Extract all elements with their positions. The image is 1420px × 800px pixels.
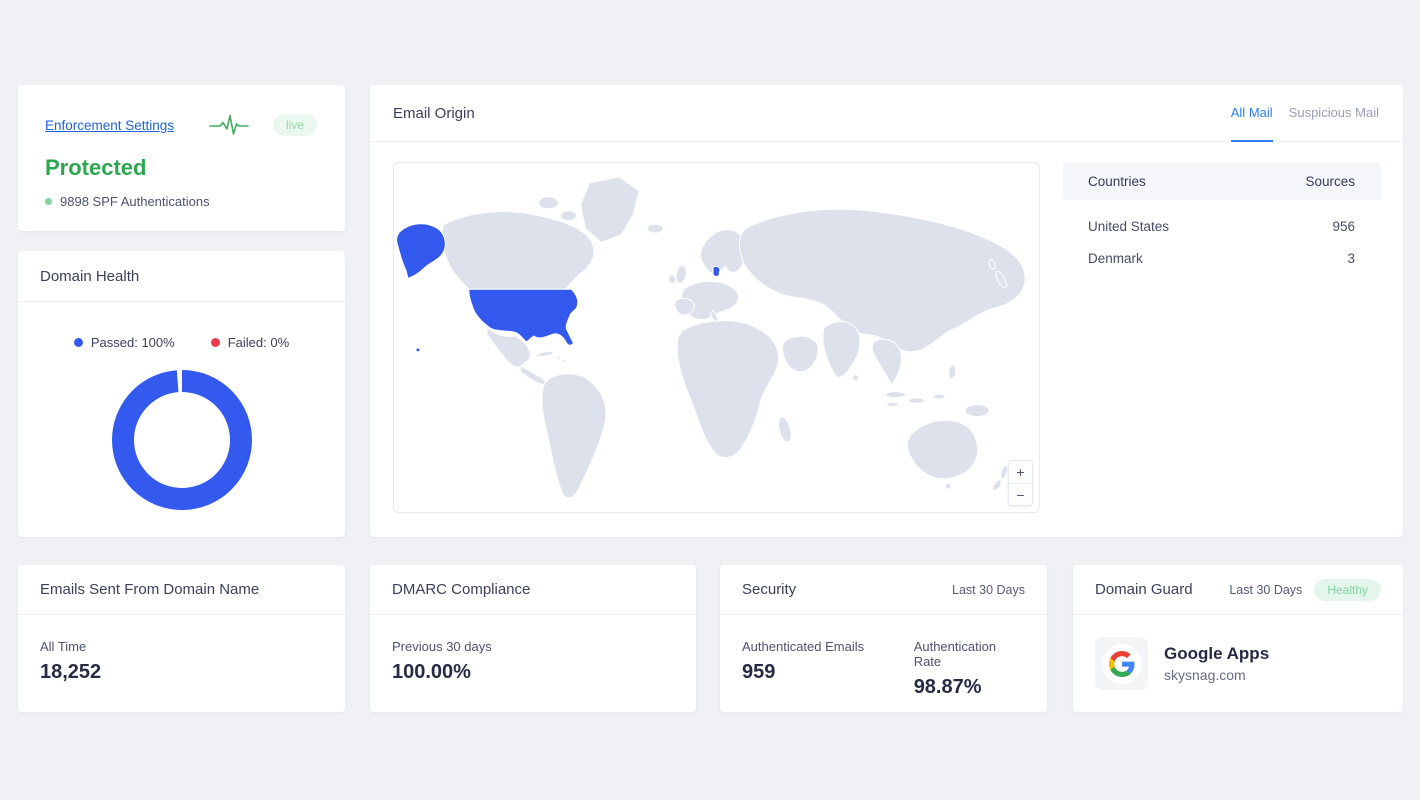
region-south-america (542, 374, 606, 498)
passed-dot-icon (74, 338, 83, 347)
authentication-rate-value: 98.87% (914, 676, 1025, 699)
legend-item-passed: Passed: 100% (74, 335, 175, 350)
email-origin-card: Email Origin All Mail Suspicious Mail (370, 85, 1403, 537)
emails-sent-title: Emails Sent From Domain Name (40, 581, 259, 598)
domain-guard-provider-info: Google Apps skysnag.com (1164, 644, 1269, 683)
failed-dot-icon (211, 338, 220, 347)
spf-authentications-row: 9898 SPF Authentications (45, 194, 317, 209)
emails-sent-card: Emails Sent From Domain Name All Time 18… (18, 565, 345, 712)
heartbeat-icon (209, 113, 249, 137)
donut-legend: Passed: 100% Failed: 0% (18, 335, 345, 350)
country-sources: 3 (1347, 251, 1355, 266)
green-dot-icon (45, 198, 52, 205)
tab-suspicious-mail[interactable]: Suspicious Mail (1289, 85, 1379, 142)
country-name: Denmark (1088, 251, 1143, 266)
security-title: Security (742, 581, 796, 598)
map-zoom-controls: + − (1008, 460, 1033, 506)
country-united-states-alaska[interactable] (397, 224, 446, 279)
world-map[interactable]: + − (393, 162, 1040, 513)
legend-item-failed: Failed: 0% (211, 335, 289, 350)
countries-column-header: Countries (1088, 174, 1146, 189)
region-asia (739, 209, 1025, 352)
domain-guard-card: Domain Guard Last 30 Days Healthy Google… (1073, 565, 1403, 712)
spf-authentications-text: 9898 SPF Authentications (60, 194, 210, 209)
domain-health-donut-chart (18, 370, 345, 510)
region-canada (442, 212, 594, 290)
donut-ring (112, 370, 252, 510)
map-zoom-out-button[interactable]: − (1009, 483, 1032, 505)
emails-sent-body: All Time 18,252 (18, 615, 345, 684)
domain-guard-period-label: Last 30 Days (1229, 583, 1302, 597)
country-sources: 956 (1332, 219, 1355, 234)
emails-sent-value: 18,252 (40, 661, 323, 684)
provider-domain: skysnag.com (1164, 667, 1269, 683)
sources-column-header: Sources (1305, 174, 1355, 189)
countries-table-body: United States 956 Denmark 3 (1063, 210, 1381, 274)
enforcement-header: Enforcement Settings live (45, 113, 317, 137)
google-g-icon (1102, 644, 1142, 684)
enforcement-card: Enforcement Settings live Protected 9898… (18, 85, 345, 231)
country-denmark[interactable] (713, 266, 720, 276)
region-australia (908, 420, 978, 478)
authentication-rate-label: Authentication Rate (914, 639, 1025, 669)
provider-name: Google Apps (1164, 644, 1269, 664)
region-india (823, 321, 860, 377)
country-name: United States (1088, 219, 1169, 234)
dmarc-header: DMARC Compliance (370, 565, 696, 615)
google-icon-tile (1095, 637, 1148, 690)
protection-status: Protected (45, 155, 317, 181)
email-origin-title: Email Origin (393, 105, 475, 122)
authentication-rate-stat: Authentication Rate 98.87% (914, 639, 1025, 699)
table-row[interactable]: United States 956 (1063, 210, 1381, 242)
previous-30-days-label: Previous 30 days (392, 639, 674, 654)
table-row[interactable]: Denmark 3 (1063, 242, 1381, 274)
tab-all-mail[interactable]: All Mail (1231, 85, 1273, 142)
enforcement-settings-link[interactable]: Enforcement Settings (45, 118, 174, 133)
security-period-label: Last 30 Days (952, 583, 1025, 597)
countries-table-header: Countries Sources (1063, 162, 1381, 200)
region-africa (677, 321, 779, 458)
region-greenland (580, 177, 639, 243)
emails-sent-header: Emails Sent From Domain Name (18, 565, 345, 615)
live-badge: live (273, 114, 317, 136)
healthy-badge: Healthy (1314, 579, 1381, 601)
domain-guard-title: Domain Guard (1095, 581, 1193, 598)
authenticated-emails-stat: Authenticated Emails 959 (742, 639, 914, 699)
domain-guard-body: Google Apps skysnag.com (1073, 615, 1403, 690)
security-header: Security Last 30 Days (720, 565, 1047, 615)
all-time-label: All Time (40, 639, 323, 654)
domain-health-title: Domain Health (40, 268, 139, 285)
country-united-states[interactable] (469, 289, 578, 345)
security-card: Security Last 30 Days Authenticated Emai… (720, 565, 1047, 712)
passed-label: Passed: 100% (91, 335, 175, 350)
countries-table: Countries Sources United States 956 Denm… (1063, 162, 1381, 274)
world-map-svg (394, 163, 1039, 512)
dmarc-value: 100.00% (392, 661, 674, 684)
dmarc-compliance-card: DMARC Compliance Previous 30 days 100.00… (370, 565, 696, 712)
map-zoom-in-button[interactable]: + (1009, 461, 1032, 483)
country-united-states-hawaii[interactable] (416, 348, 420, 352)
domain-health-card: Domain Health Passed: 100% Failed: 0% (18, 251, 345, 537)
dmarc-body: Previous 30 days 100.00% (370, 615, 696, 684)
dmarc-title: DMARC Compliance (392, 581, 530, 598)
authenticated-emails-value: 959 (742, 661, 914, 684)
domain-guard-header: Domain Guard Last 30 Days Healthy (1073, 565, 1403, 615)
mail-tabs: All Mail Suspicious Mail (1231, 85, 1379, 141)
email-origin-header: Email Origin All Mail Suspicious Mail (370, 85, 1403, 142)
security-body: Authenticated Emails 959 Authentication … (720, 615, 1047, 699)
domain-health-header: Domain Health (18, 251, 345, 302)
failed-label: Failed: 0% (228, 335, 289, 350)
region-scandinavia (701, 230, 746, 273)
authenticated-emails-label: Authenticated Emails (742, 639, 914, 654)
